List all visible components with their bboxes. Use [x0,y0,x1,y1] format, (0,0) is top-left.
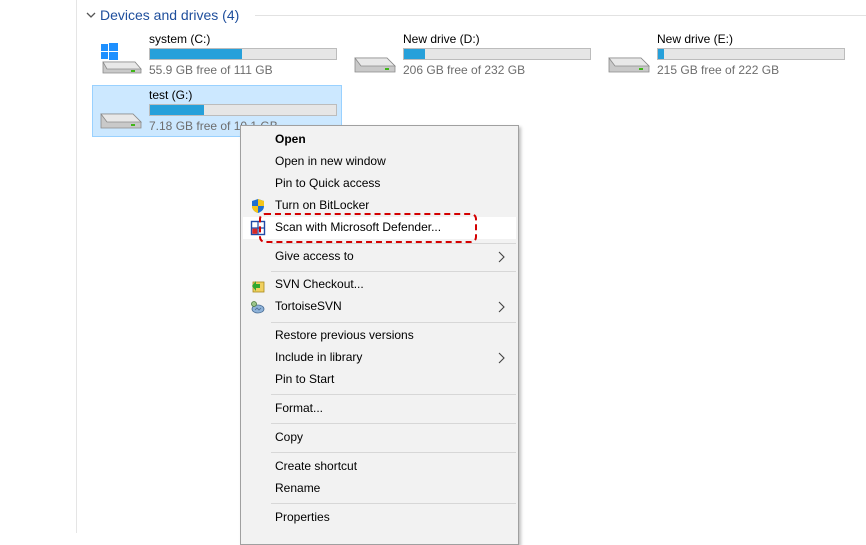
hard-drive-icon [608,57,650,73]
menu-item-open-new-window[interactable]: Open in new window [243,151,516,173]
group-title: Devices and drives (4) [100,7,240,23]
chevron-right-icon [498,352,505,364]
hard-drive-icon [100,113,142,129]
drive-usage-bar [657,48,845,60]
drive-free-space: 206 GB free of 232 GB [403,63,526,77]
tortoisesvn-icon [251,301,265,314]
chevron-down-icon [86,12,96,18]
menu-item-format[interactable]: Format... [243,398,516,420]
nav-pane-divider [76,0,77,533]
menu-separator [271,503,516,504]
windows-drive-icon [101,43,142,74]
drive-usage-fill [150,105,204,115]
menu-item-copy[interactable]: Copy [243,427,516,449]
drive-usage-bar [149,48,337,60]
drive-item-e[interactable]: New drive (E:) 215 GB free of 222 GB [601,30,851,78]
menu-item-properties[interactable]: Properties [243,507,516,529]
menu-separator [271,423,516,424]
drive-name: New drive (E:) [657,32,734,46]
menu-item-include-library[interactable]: Include in library [243,347,516,369]
drive-name: New drive (D:) [403,32,480,46]
menu-separator [271,452,516,453]
drive-free-space: 55.9 GB free of 111 GB [149,63,273,77]
drive-item-c[interactable]: system (C:) 55.9 GB free of 111 GB [93,30,343,78]
menu-item-svn-checkout[interactable]: SVN Checkout... [243,274,516,296]
drive-item-d[interactable]: New drive (D:) 206 GB free of 232 GB [347,30,597,78]
uac-shield-icon [252,199,264,213]
svn-checkout-icon [252,281,265,293]
menu-item-open[interactable]: Open [243,129,516,151]
annotation-highlight-box [259,213,477,243]
context-menu: Open Open in new window Pin to Quick acc… [240,125,519,545]
drive-free-space: 215 GB free of 222 GB [657,63,780,77]
drive-usage-bar [149,104,337,116]
drive-usage-bar [403,48,591,60]
menu-item-create-shortcut[interactable]: Create shortcut [243,456,516,478]
drive-usage-fill [404,49,425,59]
menu-separator [271,243,516,244]
group-divider [255,15,866,16]
menu-separator [271,394,516,395]
menu-item-give-access[interactable]: Give access to [243,246,516,268]
menu-item-pin-quick-access[interactable]: Pin to Quick access [243,173,516,195]
menu-separator [271,271,516,272]
menu-item-restore-versions[interactable]: Restore previous versions [243,325,516,347]
drive-usage-fill [658,49,664,59]
group-header-devices[interactable]: Devices and drives (4) [84,5,239,25]
drive-name: system (C:) [149,32,211,46]
chevron-right-icon [498,301,505,313]
hard-drive-icon [354,57,396,73]
menu-item-pin-start[interactable]: Pin to Start [243,369,516,391]
menu-separator [271,322,516,323]
drive-usage-fill [150,49,243,59]
chevron-right-icon [498,251,505,263]
drive-name: test (G:) [149,88,193,102]
menu-item-rename[interactable]: Rename [243,478,516,500]
menu-item-tortoisesvn[interactable]: TortoiseSVN [243,296,516,318]
